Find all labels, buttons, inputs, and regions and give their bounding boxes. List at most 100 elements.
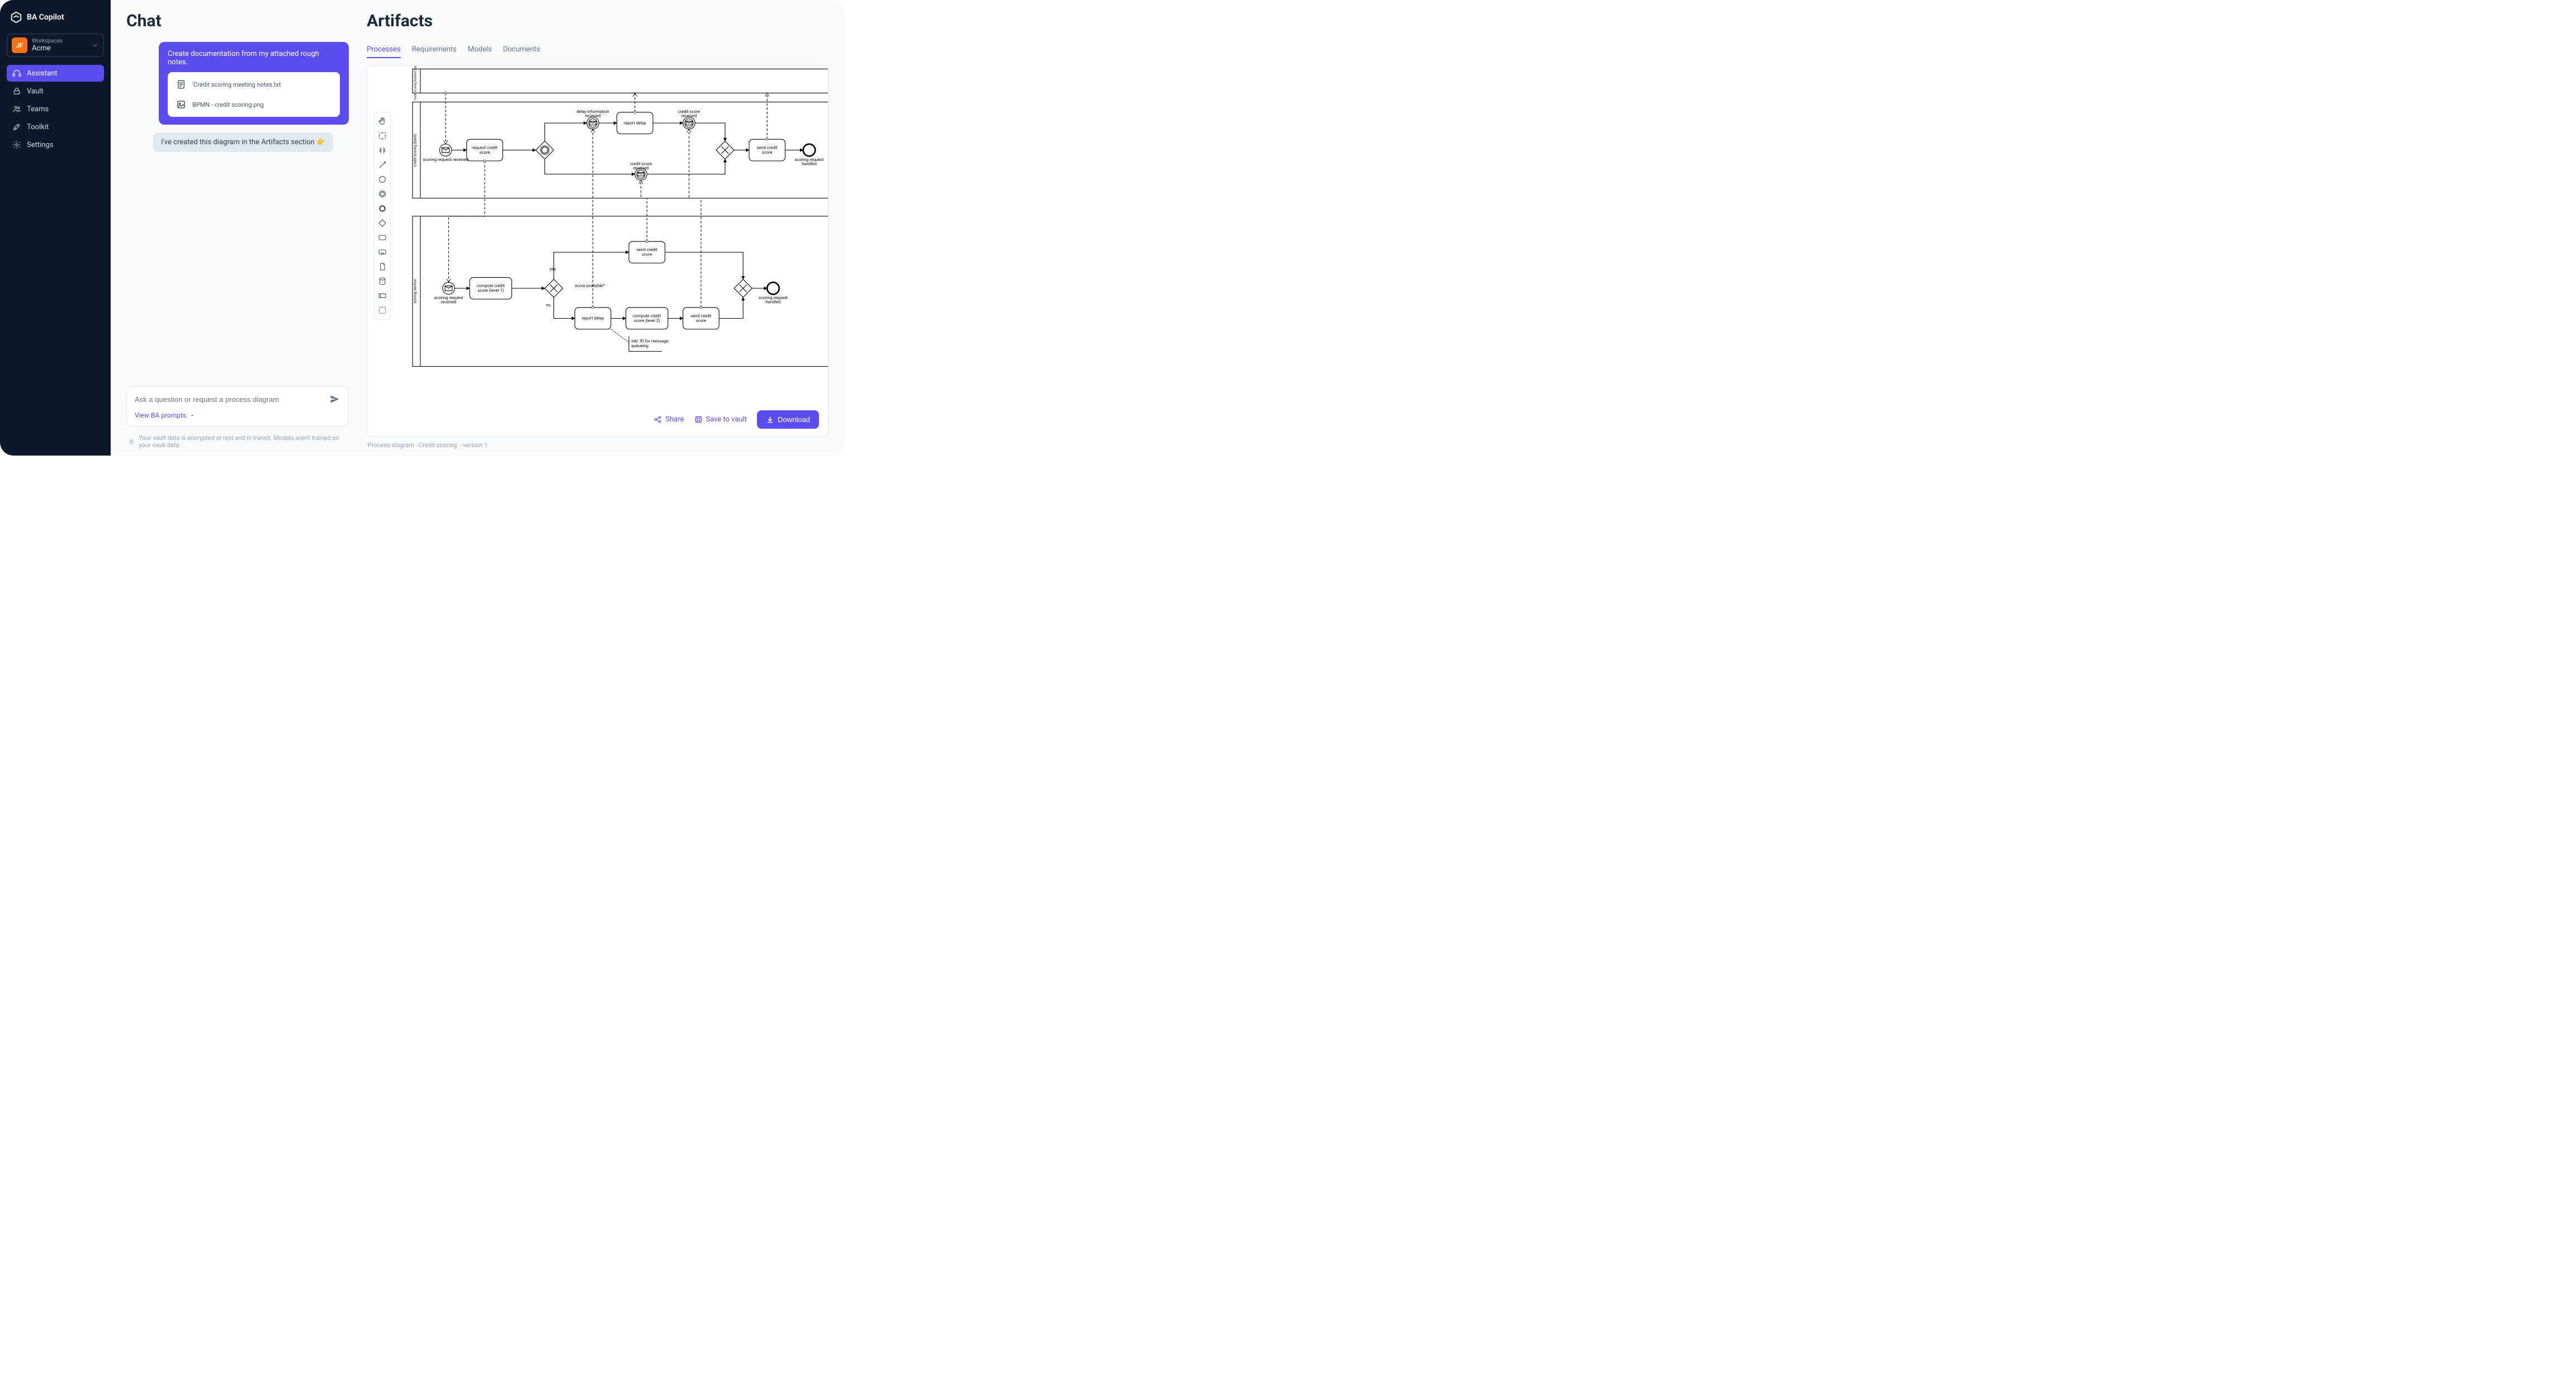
- svg-text:handled: handled: [802, 161, 817, 166]
- sidebar-item-teams[interactable]: Teams: [7, 101, 104, 117]
- download-label: Download: [778, 415, 810, 424]
- chat-pane: Chat Create documentation from my attach…: [111, 0, 357, 456]
- svg-text:scoring request received: scoring request received: [423, 157, 468, 162]
- chat-input[interactable]: [135, 395, 329, 404]
- palette-lasso-icon[interactable]: [377, 130, 388, 141]
- tab-requirements[interactable]: Requirements: [412, 42, 457, 58]
- svg-text:score: score: [642, 252, 652, 257]
- svg-text:received: received: [585, 113, 600, 118]
- svg-text:score available?: score available?: [575, 283, 605, 288]
- brand: BA Copilot: [7, 7, 104, 28]
- assistant-message: I've created this diagram in the Artifac…: [153, 132, 333, 152]
- file-text-icon: [176, 79, 187, 90]
- attachment-name: BPMN - credit scoring.png: [192, 101, 264, 108]
- sidebar-item-label: Toolkit: [27, 123, 49, 131]
- tab-models[interactable]: Models: [468, 42, 492, 58]
- svg-text:score: score: [696, 318, 707, 323]
- svg-text:credit scoring (bank): credit scoring (bank): [413, 134, 417, 167]
- svg-text:received: received: [633, 165, 648, 170]
- prompts-link-label: View BA prompts: [135, 411, 186, 419]
- palette-participant-icon[interactable]: [377, 290, 388, 301]
- svg-text:credit scoring fontend (bank): credit scoring fontend (bank): [413, 66, 417, 100]
- attachment[interactable]: BPMN - credit scoring.png: [171, 96, 337, 113]
- artifacts-tabs: Processes Requirements Models Documents: [367, 42, 828, 59]
- attachment[interactable]: 'Credit scoring meeting notes.txt: [171, 75, 337, 93]
- attachment-name: 'Credit scoring meeting notes.txt: [192, 81, 281, 88]
- view-prompts-link[interactable]: View BA prompts: [135, 411, 340, 419]
- sidebar-item-assistant[interactable]: Assistant: [7, 65, 104, 82]
- svg-text:yes: yes: [550, 267, 556, 272]
- lock-icon: [129, 438, 134, 445]
- palette-end-event-icon[interactable]: [377, 203, 388, 214]
- download-icon: [766, 415, 774, 424]
- svg-text:received: received: [681, 113, 697, 118]
- users-icon: [12, 105, 21, 113]
- lock-icon: [12, 87, 21, 96]
- palette-hand-icon[interactable]: [377, 116, 388, 127]
- bpmn-diagram[interactable]: credit scoring fontend (bank) credit sco…: [399, 66, 828, 402]
- share-icon: [654, 415, 662, 424]
- svg-text:received: received: [441, 300, 456, 305]
- save-label: Save to vault: [706, 415, 747, 424]
- brand-name: BA Copilot: [27, 13, 64, 22]
- palette-connect-icon[interactable]: [377, 159, 388, 170]
- sidebar-item-vault[interactable]: Vault: [7, 83, 104, 100]
- gear-icon: [12, 140, 21, 149]
- save-to-vault-button[interactable]: Save to vault: [694, 415, 747, 424]
- workspace-avatar: JF: [12, 37, 27, 53]
- palette-data-store-icon[interactable]: [377, 276, 388, 287]
- palette-gateway-icon[interactable]: [377, 217, 388, 229]
- palette-subprocess-icon[interactable]: [377, 247, 388, 258]
- footer-note-text: Your vault data is encrypted at rest and…: [139, 434, 347, 449]
- svg-text:report delay: report delay: [624, 120, 646, 125]
- svg-text:no: no: [546, 302, 551, 307]
- palette-group-icon[interactable]: [377, 305, 388, 316]
- user-message-text: Create documentation from my attached ro…: [168, 50, 340, 67]
- svg-text:handled: handled: [766, 300, 781, 305]
- artifacts-title: Artifacts: [367, 11, 828, 31]
- save-icon: [694, 415, 703, 424]
- sidebar-item-label: Settings: [27, 141, 53, 149]
- chat-title: Chat: [126, 11, 349, 31]
- image-icon: [176, 99, 187, 110]
- sidebar-item-label: Vault: [27, 87, 44, 96]
- tab-processes[interactable]: Processes: [367, 42, 401, 58]
- send-icon[interactable]: [329, 394, 340, 405]
- diagram-card: credit scoring fontend (bank) credit sco…: [367, 65, 828, 437]
- brand-logo-icon: [10, 11, 22, 23]
- workspace-switcher[interactable]: JF Workspaces Acme: [7, 34, 104, 57]
- footer-note: Your vault data is encrypted at rest and…: [126, 434, 349, 449]
- sidebar-item-label: Assistant: [27, 69, 58, 78]
- svg-text:queueing: queueing: [631, 343, 648, 348]
- svg-text:scoring service: scoring service: [413, 279, 417, 304]
- palette-space-icon[interactable]: [377, 145, 388, 156]
- attachments: 'Credit scoring meeting notes.txt BPMN -…: [168, 72, 340, 117]
- palette-task-icon[interactable]: [377, 232, 388, 243]
- palette-data-object-icon[interactable]: [377, 261, 388, 272]
- palette-start-event-icon[interactable]: [377, 174, 388, 185]
- artifacts-pane: Artifacts Processes Requirements Models …: [357, 0, 845, 456]
- svg-text:score: score: [762, 150, 773, 155]
- svg-text:score (level 1): score (level 1): [477, 288, 504, 293]
- tools-icon: [12, 122, 21, 131]
- sidebar-item-toolkit[interactable]: Toolkit: [7, 119, 104, 135]
- chat-input-card: View BA prompts: [126, 386, 349, 427]
- headset-icon: [12, 69, 21, 78]
- share-button[interactable]: Share: [654, 415, 684, 424]
- svg-text:score (level 2): score (level 2): [634, 318, 660, 323]
- artifact-actions: Share Save to vault Download: [367, 402, 828, 437]
- chevron-down-icon: [91, 41, 99, 49]
- workspace-name: Acme: [32, 44, 87, 53]
- sidebar-item-settings[interactable]: Settings: [7, 136, 104, 153]
- nav: Assistant Vault Teams Toolkit Settings: [7, 65, 104, 153]
- tab-documents[interactable]: Documents: [503, 42, 540, 58]
- share-label: Share: [665, 415, 684, 424]
- chevron-up-icon: [190, 413, 195, 418]
- download-button[interactable]: Download: [757, 410, 819, 429]
- workspace-label: Workspaces: [32, 38, 87, 44]
- user-message: Create documentation from my attached ro…: [159, 42, 349, 125]
- sidebar: BA Copilot JF Workspaces Acme Assistant …: [0, 0, 111, 456]
- bpmn-palette: [374, 112, 391, 320]
- palette-intermediate-event-icon[interactable]: [377, 188, 388, 200]
- svg-text:score: score: [480, 150, 490, 155]
